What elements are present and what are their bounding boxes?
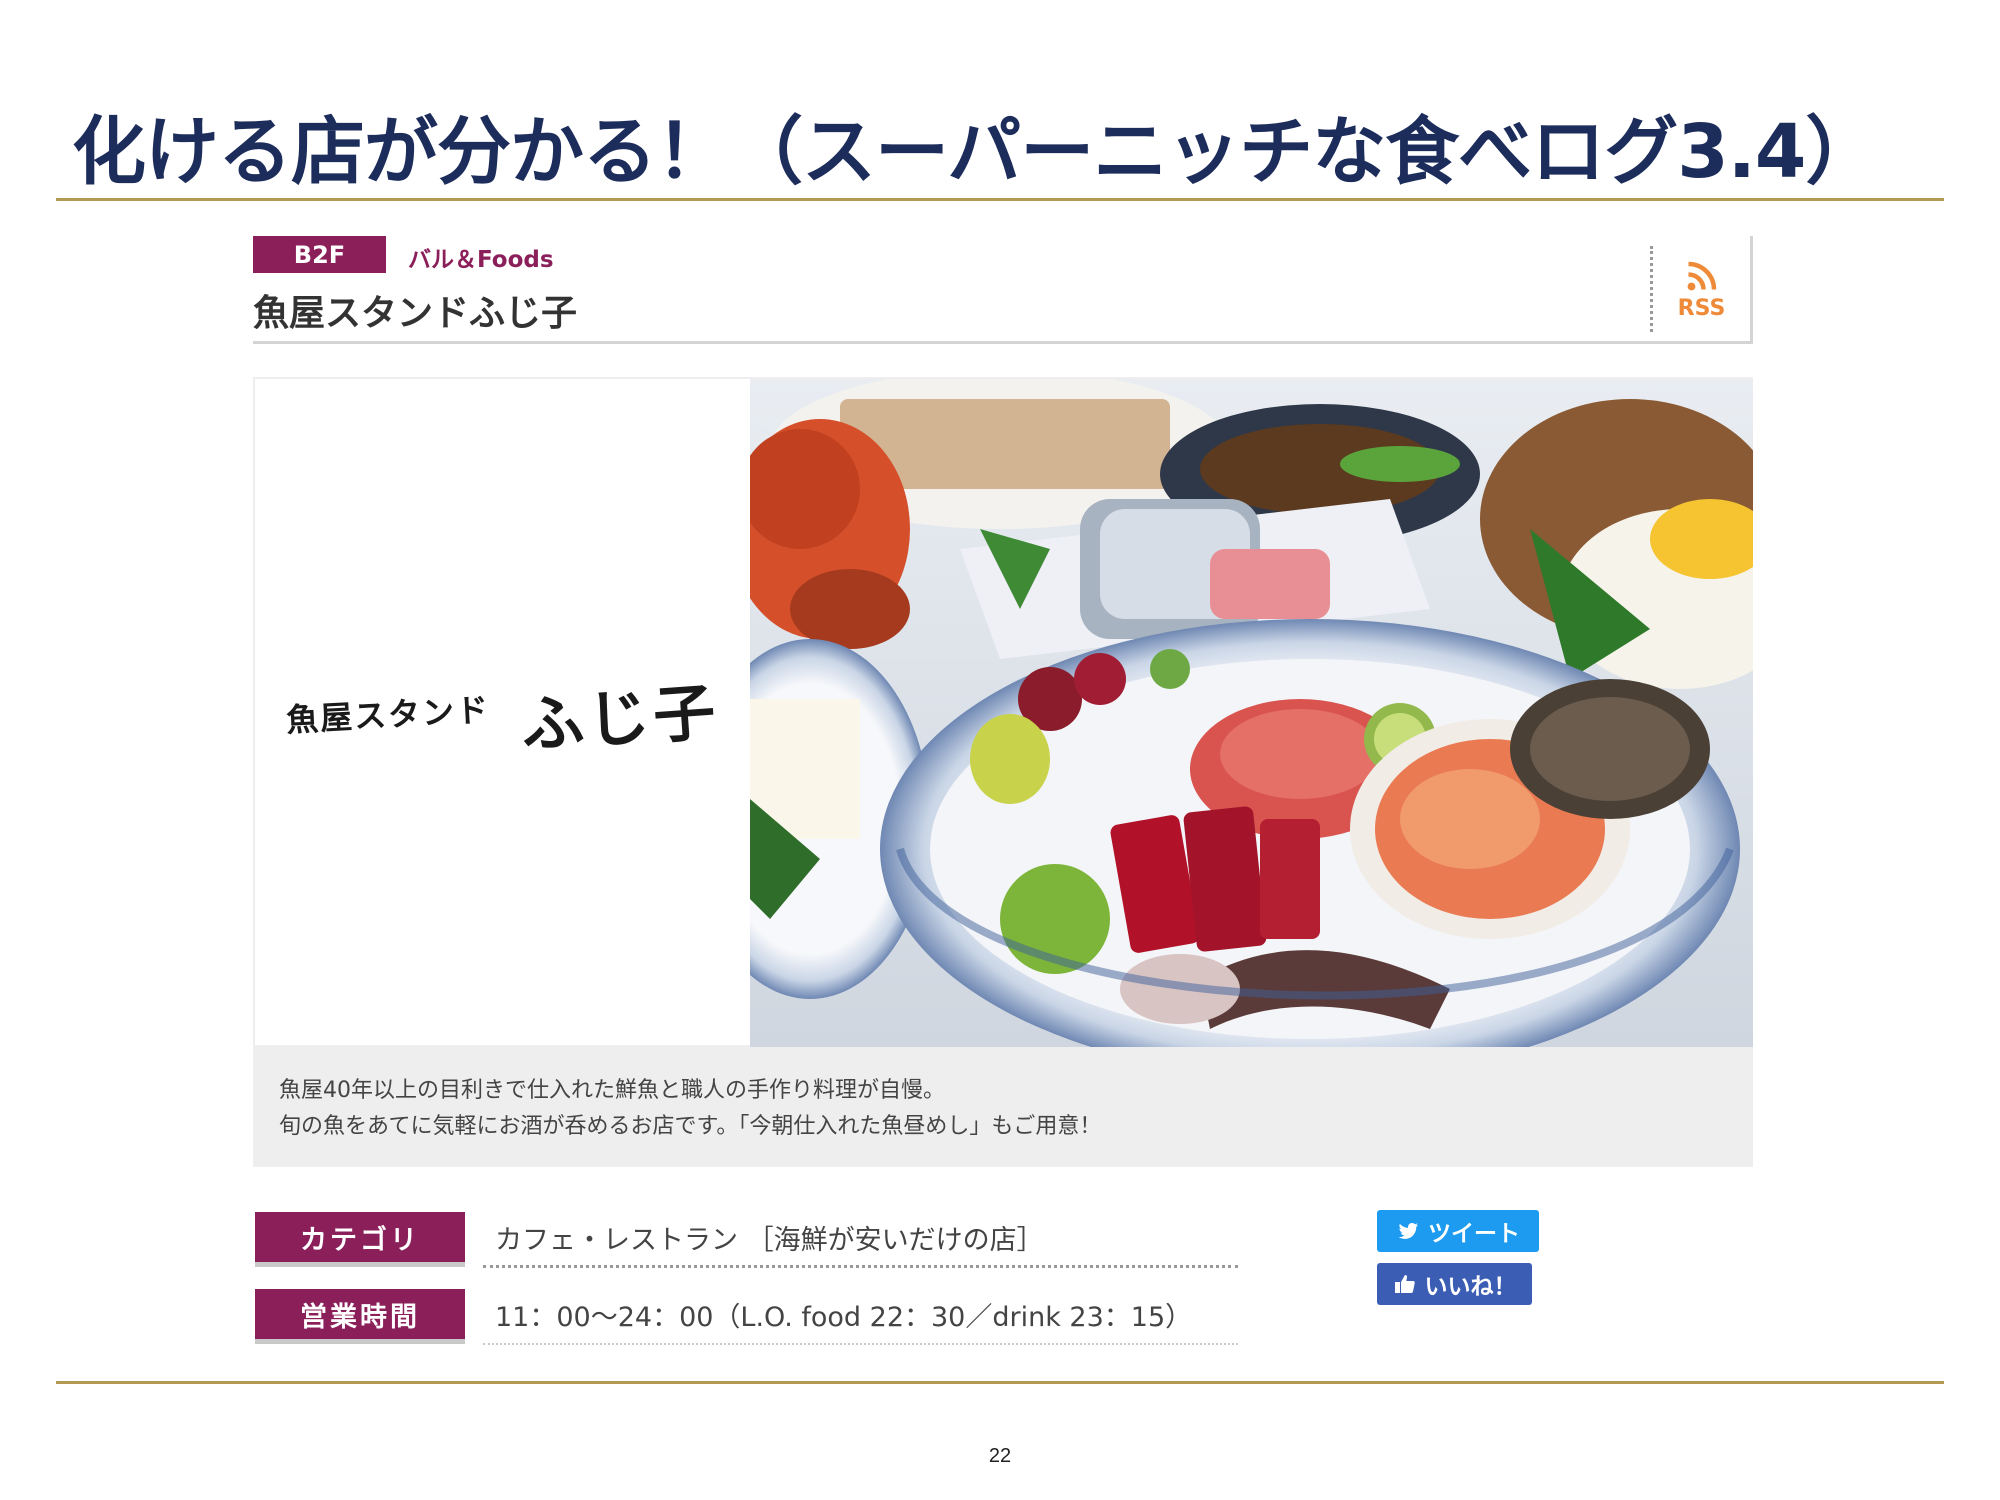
store-hero: 魚屋スタンド ふじ子 bbox=[253, 377, 1753, 1047]
store-logo: 魚屋スタンド ふじ子 bbox=[255, 379, 750, 1047]
slide-title: 化ける店が分かる！（スーパーニッチな食べログ3.4） bbox=[72, 109, 1879, 195]
tweet-label: ツイート bbox=[1428, 1221, 1520, 1247]
logo-main-text: ふじ子 bbox=[518, 675, 722, 762]
footer-divider bbox=[56, 1381, 1944, 1384]
twitter-bird-icon bbox=[1398, 1223, 1418, 1239]
hours-label: 営業時間 bbox=[255, 1289, 465, 1339]
rss-button[interactable]: RSS bbox=[1650, 246, 1750, 332]
description-line: 魚屋40年以上の目利きで仕入れた鮮魚と職人の手作り料理が自慢。 bbox=[279, 1078, 945, 1103]
logo-subtitle: 魚屋スタンド bbox=[285, 690, 492, 740]
rss-icon bbox=[1687, 261, 1716, 290]
store-category-tag[interactable]: バル＆Foods bbox=[408, 240, 554, 274]
title-divider bbox=[56, 198, 1944, 201]
floor-badge: B2F bbox=[253, 236, 386, 273]
description-line: 旬の魚をあてに気軽にお酒が呑めるお店です。「今朝仕入れた魚昼めし」もご用意！ bbox=[279, 1114, 1102, 1139]
food-photo bbox=[750, 379, 1753, 1047]
tweet-button[interactable]: ツイート bbox=[1377, 1210, 1539, 1252]
category-value: カフェ・レストラン ［海鮮が安いだけの店］ bbox=[483, 1208, 1238, 1268]
store-description: 魚屋40年以上の目利きで仕入れた鮮魚と職人の手作り料理が自慢。 旬の魚をあてに気… bbox=[253, 1047, 1753, 1167]
category-label: カテゴリ bbox=[255, 1212, 465, 1262]
hours-value: 11：00〜24：00（L.O. food 22：30／drink 23：15） bbox=[483, 1285, 1238, 1345]
like-button[interactable]: いいね！ bbox=[1377, 1263, 1532, 1305]
store-name: 魚屋スタンドふじ子 bbox=[253, 293, 578, 334]
rss-label: RSS bbox=[1677, 295, 1726, 321]
like-label: いいね！ bbox=[1424, 1274, 1517, 1300]
thumbs-up-icon bbox=[1394, 1275, 1415, 1293]
page-number: 22 bbox=[988, 1445, 1012, 1467]
store-header: B2F バル＆Foods 魚屋スタンドふじ子 RSS bbox=[253, 236, 1753, 344]
